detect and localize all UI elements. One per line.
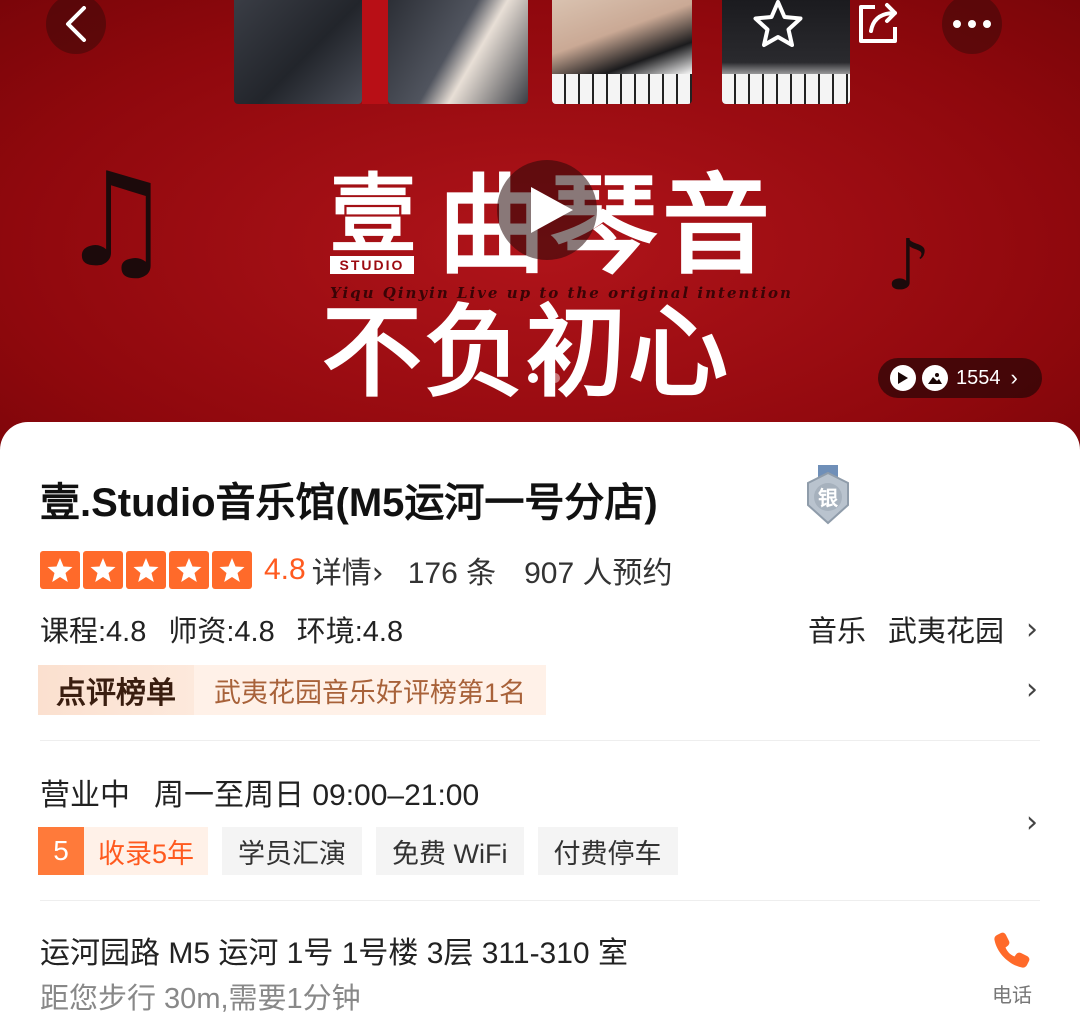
svg-text:银: 银: [818, 486, 839, 510]
chevron-right-icon: ›: [1010, 365, 1018, 390]
share-button[interactable]: [848, 0, 908, 54]
favorite-button[interactable]: [748, 0, 808, 54]
ranking-banner[interactable]: 点评榜单 武夷花园音乐好评榜第1名: [38, 665, 547, 715]
sub-score-course: 课程:4.8: [40, 616, 147, 648]
studio-logo: 壹 STUDIO: [330, 172, 416, 274]
media-count: 1554: [956, 366, 1001, 389]
booking-count: 907 人预约: [524, 557, 673, 590]
silver-badge-icon[interactable]: 银: [804, 465, 852, 525]
image-icon: [922, 365, 948, 391]
more-icon: [953, 20, 991, 28]
hero-photo: [234, 0, 362, 104]
phone-label: 电话: [992, 985, 1032, 1007]
ranking-text: 武夷花园音乐好评榜第1名: [194, 665, 547, 715]
category-label: 音乐: [807, 616, 866, 648]
hero-photo: [552, 0, 692, 104]
business-hours[interactable]: 营业中 周一至周日 09:00–21:00: [40, 770, 479, 814]
hours-schedule: 周一至周日 09:00–21:00: [154, 779, 480, 812]
shop-name: 壹.Studio音乐馆(M5运河一号分店): [40, 481, 658, 525]
chevron-right-icon[interactable]: ›: [1026, 805, 1038, 840]
star-icon: [40, 551, 80, 589]
area-label: 武夷花园: [887, 616, 1004, 648]
star-icon: [126, 551, 166, 589]
listed-years-tag: 5 收录5年: [38, 827, 209, 875]
rating-detail-link[interactable]: 详情›: [312, 548, 384, 592]
sub-scores: 课程:4.8 师资:4.8 环境:4.8: [40, 608, 403, 650]
walking-distance: 距您步行 30m,需要1分钟: [40, 983, 361, 1015]
sub-score-environment: 环境:4.8: [296, 616, 404, 648]
chevron-right-icon: ›: [371, 556, 384, 591]
back-icon: [66, 6, 86, 42]
hero-photo-divider: [362, 0, 388, 104]
music-note-icon: ♫: [58, 144, 175, 296]
hero-title: 曲琴音: [438, 163, 775, 289]
years-text: 收录5年: [84, 827, 209, 875]
video-icon: [890, 365, 916, 391]
logo-studio-text: STUDIO: [330, 256, 414, 274]
star-icon: [83, 551, 123, 589]
feature-tags[interactable]: 5 收录5年 学员汇演 免费 WiFi 付费停车: [38, 827, 678, 875]
divider: [40, 900, 1040, 901]
tag-item: 学员汇演: [222, 827, 363, 875]
play-button[interactable]: [497, 160, 597, 260]
hero-slogan: 不负初心: [322, 293, 730, 411]
carousel-dot: [550, 373, 560, 383]
ranking-label: 点评榜单: [38, 665, 194, 715]
star-icon: [753, 0, 803, 47]
hero-photo: [388, 0, 528, 104]
tag-item: 免费 WiFi: [376, 827, 524, 875]
review-count[interactable]: 176 条: [408, 548, 496, 592]
category-link[interactable]: 音乐 武夷花园 ›: [808, 608, 1038, 650]
carousel-dot: [528, 373, 538, 383]
tag-item: 付费停车: [537, 827, 678, 875]
years-number: 5: [38, 827, 84, 875]
play-icon: [531, 187, 573, 233]
phone-icon: [994, 932, 1030, 968]
media-count-button[interactable]: 1554 ›: [878, 358, 1042, 398]
rating-row[interactable]: 4.8 详情› 176 条 907 人预约: [40, 548, 673, 592]
share-icon: [859, 3, 897, 43]
chevron-right-icon[interactable]: ›: [1026, 672, 1038, 707]
hero-banner[interactable]: ♫ ♪ 壹 STUDIO 曲琴音 Yiqu Qinyin Live up to …: [0, 0, 1080, 450]
carousel-dot: [572, 373, 582, 383]
sub-score-teachers: 师资:4.8: [168, 616, 275, 648]
music-note-icon: ♪: [886, 224, 931, 306]
rating-detail-label: 详情: [311, 557, 372, 590]
divider: [40, 740, 1040, 741]
logo-character: 壹: [330, 164, 416, 265]
phone-button[interactable]: 电话: [982, 930, 1042, 1008]
piano-keys: [722, 74, 850, 104]
star-icon: [212, 551, 252, 589]
chevron-right-icon: ›: [1026, 611, 1038, 647]
carousel-dots: [528, 373, 582, 383]
star-icon: [169, 551, 209, 589]
rating-score: 4.8: [264, 553, 306, 586]
open-status: 营业中: [40, 779, 130, 812]
shop-address[interactable]: 运河园路 M5 运河 1号 1号楼 3层 311-310 室: [40, 928, 628, 972]
star-rating: [40, 551, 252, 589]
piano-keys: [552, 74, 692, 104]
